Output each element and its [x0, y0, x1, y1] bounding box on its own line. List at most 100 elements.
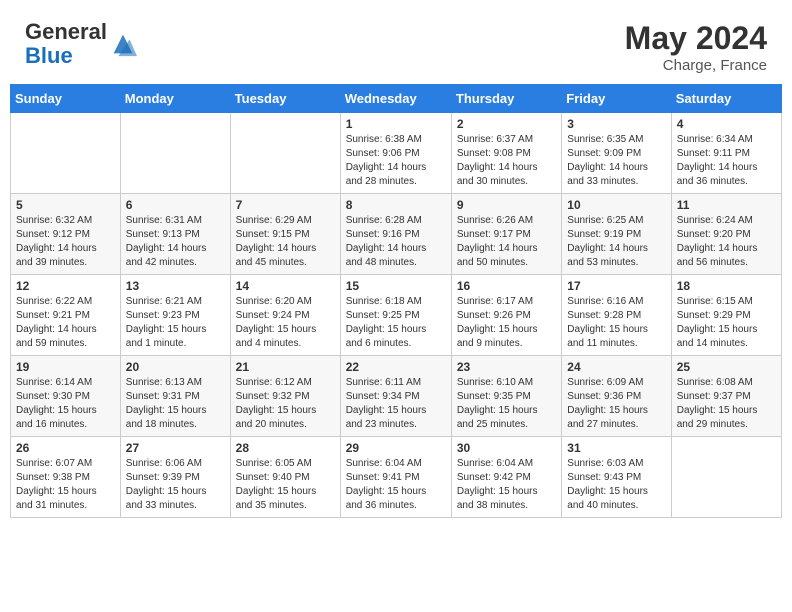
calendar-cell: 8Sunrise: 6:28 AM Sunset: 9:16 PM Daylig… — [340, 194, 451, 275]
calendar-cell: 17 Sunrise: 6:16 AM Sunset: 9:28 PM Dayli… — [562, 275, 671, 356]
day-number: 6 — [126, 198, 225, 212]
calendar-cell: 6 Sunrise: 6:31 AM Sunset: 9:13 PM Daylig… — [120, 194, 230, 275]
day-number: 14 — [236, 279, 335, 293]
col-header-wednesday: Wednesday — [340, 85, 451, 113]
calendar-cell — [230, 113, 340, 194]
day-number: 27 — [126, 441, 225, 455]
day-number: 26 — [16, 441, 115, 455]
cell-content: Sunrise: 6:32 AM Sunset: 9:12 PM Dayligh… — [16, 214, 115, 270]
calendar-cell: 19 Sunrise: 6:14 AM Sunset: 9:30 PM Dayli… — [11, 356, 121, 437]
calendar-cell — [120, 113, 230, 194]
day-number: 16 — [457, 279, 556, 293]
calendar-cell: 9 Sunrise: 6:26 AM Sunset: 9:17 PM Daylig… — [451, 194, 561, 275]
day-number: 15 — [346, 279, 446, 293]
day-number: 9 — [457, 198, 556, 212]
calendar-week-row: 26 Sunrise: 6:07 AM Sunset: 9:38 PM Dayli… — [11, 437, 782, 518]
day-number: 5 — [16, 198, 115, 212]
cell-content: Sunrise: 6:04 AM Sunset: 9:41 PM Dayligh… — [346, 457, 446, 513]
logo-general-text: General Blue — [25, 20, 107, 68]
cell-content: Sunrise: 6:04 AM Sunset: 9:42 PM Dayligh… — [457, 457, 556, 513]
col-header-thursday: Thursday — [451, 85, 561, 113]
cell-content: Sunrise: 6:03 AM Sunset: 9:43 PM Dayligh… — [567, 457, 665, 513]
cell-content: Sunrise: 6:10 AM Sunset: 9:35 PM Dayligh… — [457, 376, 556, 432]
cell-content: Sunrise: 6:37 AM Sunset: 9:08 PM Dayligh… — [457, 133, 556, 189]
day-number: 19 — [16, 360, 115, 374]
calendar-cell: 20 Sunrise: 6:13 AM Sunset: 9:31 PM Dayli… — [120, 356, 230, 437]
cell-content: Sunrise: 6:11 AM Sunset: 9:34 PM Dayligh… — [346, 376, 446, 432]
calendar-cell: 27 Sunrise: 6:06 AM Sunset: 9:39 PM Dayli… — [120, 437, 230, 518]
calendar-cell: 25Sunrise: 6:08 AM Sunset: 9:37 PM Dayli… — [671, 356, 781, 437]
day-number: 29 — [346, 441, 446, 455]
calendar-cell: 21Sunrise: 6:12 AM Sunset: 9:32 PM Dayli… — [230, 356, 340, 437]
calendar-cell: 22 Sunrise: 6:11 AM Sunset: 9:34 PM Dayli… — [340, 356, 451, 437]
cell-content: Sunrise: 6:21 AM Sunset: 9:23 PM Dayligh… — [126, 295, 225, 351]
calendar-cell: 16Sunrise: 6:17 AM Sunset: 9:26 PM Dayli… — [451, 275, 561, 356]
calendar-cell: 2 Sunrise: 6:37 AM Sunset: 9:08 PM Daylig… — [451, 113, 561, 194]
calendar-cell: 28 Sunrise: 6:05 AM Sunset: 9:40 PM Dayli… — [230, 437, 340, 518]
title-block: May 2024 Charge, France — [625, 20, 767, 74]
day-number: 23 — [457, 360, 556, 374]
calendar-cell: 26 Sunrise: 6:07 AM Sunset: 9:38 PM Dayli… — [11, 437, 121, 518]
cell-content: Sunrise: 6:06 AM Sunset: 9:39 PM Dayligh… — [126, 457, 225, 513]
calendar-cell: 31Sunrise: 6:03 AM Sunset: 9:43 PM Dayli… — [562, 437, 671, 518]
calendar-cell: 23 Sunrise: 6:10 AM Sunset: 9:35 PM Dayli… — [451, 356, 561, 437]
day-number: 28 — [236, 441, 335, 455]
day-number: 21 — [236, 360, 335, 374]
col-header-sunday: Sunday — [11, 85, 121, 113]
calendar-cell: 18Sunrise: 6:15 AM Sunset: 9:29 PM Dayli… — [671, 275, 781, 356]
calendar-week-row: 12 Sunrise: 6:22 AM Sunset: 9:21 PM Dayli… — [11, 275, 782, 356]
calendar-cell: 3 Sunrise: 6:35 AM Sunset: 9:09 PM Daylig… — [562, 113, 671, 194]
day-number: 11 — [677, 198, 776, 212]
day-number: 7 — [236, 198, 335, 212]
logo: General Blue — [25, 20, 137, 68]
col-header-friday: Friday — [562, 85, 671, 113]
day-number: 24 — [567, 360, 665, 374]
calendar-cell: 12 Sunrise: 6:22 AM Sunset: 9:21 PM Dayli… — [11, 275, 121, 356]
calendar-cell: 29 Sunrise: 6:04 AM Sunset: 9:41 PM Dayli… — [340, 437, 451, 518]
day-number: 1 — [346, 117, 446, 131]
col-header-monday: Monday — [120, 85, 230, 113]
day-number: 20 — [126, 360, 225, 374]
calendar-cell — [11, 113, 121, 194]
cell-content: Sunrise: 6:26 AM Sunset: 9:17 PM Dayligh… — [457, 214, 556, 270]
cell-content: Sunrise: 6:34 AM Sunset: 9:11 PM Dayligh… — [677, 133, 776, 189]
cell-content: Sunrise: 6:13 AM Sunset: 9:31 PM Dayligh… — [126, 376, 225, 432]
calendar-cell: 4Sunrise: 6:34 AM Sunset: 9:11 PM Daylig… — [671, 113, 781, 194]
cell-content: Sunrise: 6:24 AM Sunset: 9:20 PM Dayligh… — [677, 214, 776, 270]
day-number: 22 — [346, 360, 446, 374]
page-header: General Blue May 2024 Charge, France — [10, 10, 782, 79]
day-number: 30 — [457, 441, 556, 455]
day-number: 13 — [126, 279, 225, 293]
day-number: 18 — [677, 279, 776, 293]
day-number: 10 — [567, 198, 665, 212]
calendar-week-row: 19 Sunrise: 6:14 AM Sunset: 9:30 PM Dayli… — [11, 356, 782, 437]
cell-content: Sunrise: 6:28 AM Sunset: 9:16 PM Dayligh… — [346, 214, 446, 270]
calendar-cell: 5 Sunrise: 6:32 AM Sunset: 9:12 PM Daylig… — [11, 194, 121, 275]
cell-content: Sunrise: 6:07 AM Sunset: 9:38 PM Dayligh… — [16, 457, 115, 513]
cell-content: Sunrise: 6:05 AM Sunset: 9:40 PM Dayligh… — [236, 457, 335, 513]
calendar-cell: 1 Sunrise: 6:38 AM Sunset: 9:06 PM Daylig… — [340, 113, 451, 194]
col-header-tuesday: Tuesday — [230, 85, 340, 113]
calendar-cell: 15Sunrise: 6:18 AM Sunset: 9:25 PM Dayli… — [340, 275, 451, 356]
calendar-cell: 13 Sunrise: 6:21 AM Sunset: 9:23 PM Dayli… — [120, 275, 230, 356]
cell-content: Sunrise: 6:16 AM Sunset: 9:28 PM Dayligh… — [567, 295, 665, 351]
day-number: 12 — [16, 279, 115, 293]
calendar-cell: 10 Sunrise: 6:25 AM Sunset: 9:19 PM Dayli… — [562, 194, 671, 275]
day-number: 3 — [567, 117, 665, 131]
calendar-cell: 30 Sunrise: 6:04 AM Sunset: 9:42 PM Dayli… — [451, 437, 561, 518]
calendar-cell: 7 Sunrise: 6:29 AM Sunset: 9:15 PM Daylig… — [230, 194, 340, 275]
day-number: 17 — [567, 279, 665, 293]
cell-content: Sunrise: 6:09 AM Sunset: 9:36 PM Dayligh… — [567, 376, 665, 432]
calendar-table: SundayMondayTuesdayWednesdayThursdayFrid… — [10, 84, 782, 518]
cell-content: Sunrise: 6:25 AM Sunset: 9:19 PM Dayligh… — [567, 214, 665, 270]
cell-content: Sunrise: 6:14 AM Sunset: 9:30 PM Dayligh… — [16, 376, 115, 432]
col-header-saturday: Saturday — [671, 85, 781, 113]
cell-content: Sunrise: 6:31 AM Sunset: 9:13 PM Dayligh… — [126, 214, 225, 270]
cell-content: Sunrise: 6:29 AM Sunset: 9:15 PM Dayligh… — [236, 214, 335, 270]
cell-content: Sunrise: 6:22 AM Sunset: 9:21 PM Dayligh… — [16, 295, 115, 351]
cell-content: Sunrise: 6:35 AM Sunset: 9:09 PM Dayligh… — [567, 133, 665, 189]
day-number: 2 — [457, 117, 556, 131]
month-year: May 2024 — [625, 20, 767, 57]
cell-content: Sunrise: 6:38 AM Sunset: 9:06 PM Dayligh… — [346, 133, 446, 189]
calendar-cell: 24 Sunrise: 6:09 AM Sunset: 9:36 PM Dayli… — [562, 356, 671, 437]
